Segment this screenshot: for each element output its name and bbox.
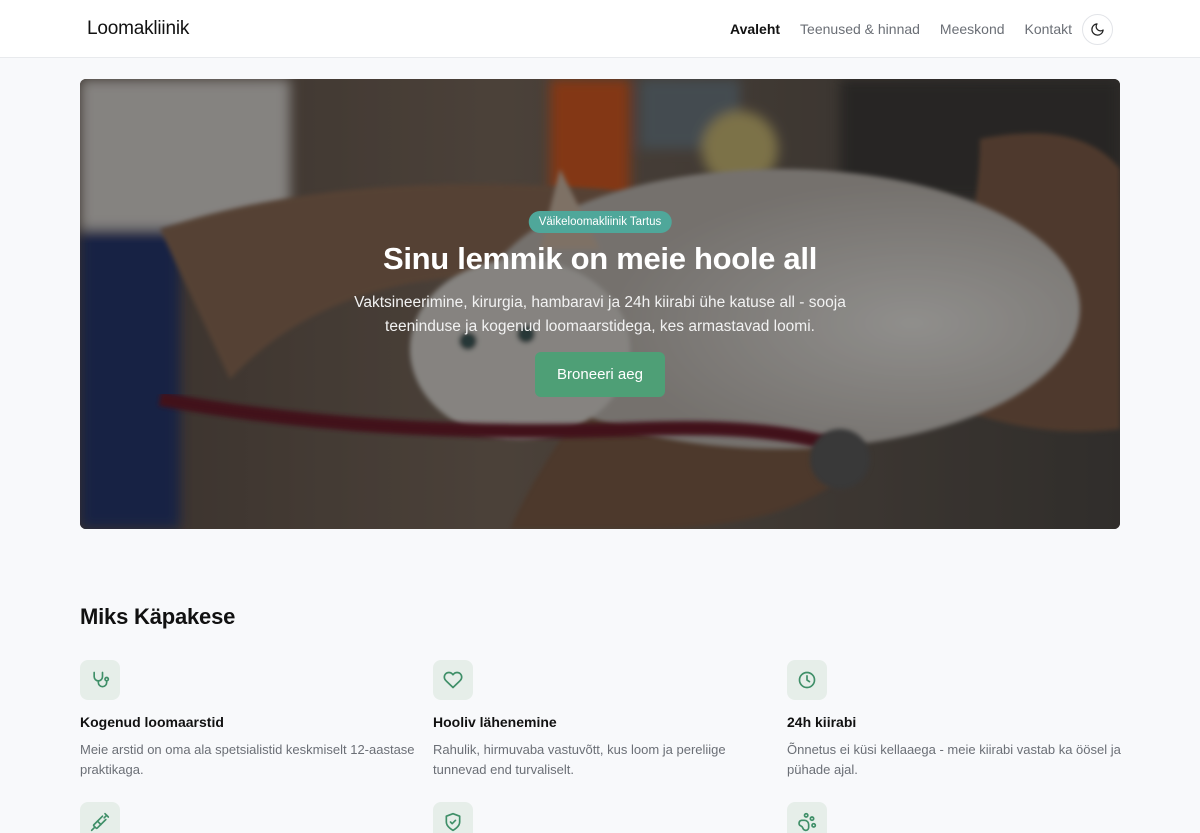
feature-card [80, 802, 420, 833]
paw-icon [798, 812, 817, 832]
location-badge: Väikeloomakliinik Tartus [528, 211, 672, 233]
features-heading: Miks Käpakese [80, 604, 236, 629]
feature-card [433, 802, 773, 833]
feature-description: Meie arstid on oma ala spetsialistid kes… [80, 742, 415, 777]
clock-icon [798, 671, 816, 689]
nav-link-home[interactable]: Avaleht [730, 21, 780, 37]
feature-icon-wrapper [80, 660, 120, 700]
book-appointment-button[interactable]: Broneeri aeg [535, 352, 665, 397]
feature-icon-wrapper [433, 660, 473, 700]
feature-card: Hooliv lähenemine Rahulik, hirmuvaba vas… [433, 660, 773, 780]
site-header: Loomakliinik Avaleht Teenused & hinnad M… [0, 0, 1200, 58]
nav-link-services[interactable]: Teenused & hinnad [800, 21, 920, 37]
feature-card: Kogenud loomaarstid Meie arstid on oma a… [80, 660, 420, 780]
feature-description: Õnnetus ei küsi kellaaega - meie kiirabi… [787, 742, 1121, 777]
hero-content: Väikeloomakliinik Tartus Sinu lemmik on … [80, 79, 1120, 529]
hero-title: Sinu lemmik on meie hoole all [382, 241, 818, 276]
feature-icon-wrapper [80, 802, 120, 833]
hero-section: Väikeloomakliinik Tartus Sinu lemmik on … [80, 79, 1120, 529]
feature-icon-wrapper [787, 660, 827, 700]
heart-icon [443, 671, 463, 689]
moon-icon [1091, 22, 1104, 36]
feature-title: Hooliv lähenemine [433, 714, 557, 730]
hero-subtitle: Vaktsineerimine, kirurgia, hambaravi ja … [354, 294, 846, 335]
theme-toggle-button[interactable] [1082, 13, 1113, 45]
feature-card: 24h kiirabi Õnnetus ei küsi kellaaega - … [787, 660, 1127, 780]
feature-card [787, 802, 1127, 833]
feature-title: 24h kiirabi [787, 714, 857, 730]
main-nav: Avaleht Teenused & hinnad Meeskond Konta… [730, 0, 1113, 58]
nav-link-team[interactable]: Meeskond [940, 21, 1005, 37]
nav-link-contact[interactable]: Kontakt [1025, 21, 1072, 37]
feature-title: Kogenud loomaarstid [80, 714, 224, 730]
syringe-icon [90, 812, 110, 832]
site-logo[interactable]: Loomakliinik [87, 18, 189, 40]
stethoscope-icon [93, 671, 110, 688]
feature-description: Rahulik, hirmuvaba vastuvõtt, kus loom j… [433, 742, 726, 777]
shield-check-icon [445, 812, 461, 832]
feature-icon-wrapper [433, 802, 473, 833]
feature-icon-wrapper [787, 802, 827, 833]
